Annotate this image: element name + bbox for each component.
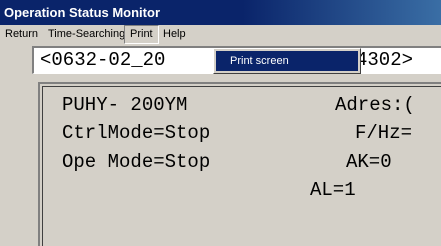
address-text-right: 4302> [356, 49, 414, 71]
print-dropdown-menu: Print screen [213, 48, 361, 74]
window-title: Operation Status Monitor [4, 5, 160, 20]
menu-bar: Return Time-Searching Print Help [0, 25, 441, 44]
menu-print[interactable]: Print [124, 25, 159, 44]
title-bar: Operation Status Monitor [0, 0, 441, 25]
ak-status: AK=0 [346, 151, 392, 173]
menu-time-searching[interactable]: Time-Searching [43, 25, 130, 44]
ctrl-mode-status: CtrlMode=Stop [62, 122, 211, 144]
menu-item-print-screen[interactable]: Print screen [216, 51, 358, 71]
model-label: PUHY- 200YM [62, 94, 188, 116]
address-label: Adres:( [335, 94, 415, 116]
menu-return[interactable]: Return [0, 25, 43, 44]
ope-mode-status: Ope Mode=Stop [62, 151, 211, 173]
menu-help[interactable]: Help [158, 25, 191, 44]
frequency-status: F/Hz= [355, 122, 413, 144]
al-status: AL=1 [310, 179, 356, 201]
app-window: Operation Status Monitor Return Time-Sea… [0, 0, 441, 246]
status-panel: PUHY- 200YM Adres:( CtrlMode=Stop F/Hz= … [38, 82, 441, 246]
address-text: <0632-02_20 [40, 49, 166, 71]
